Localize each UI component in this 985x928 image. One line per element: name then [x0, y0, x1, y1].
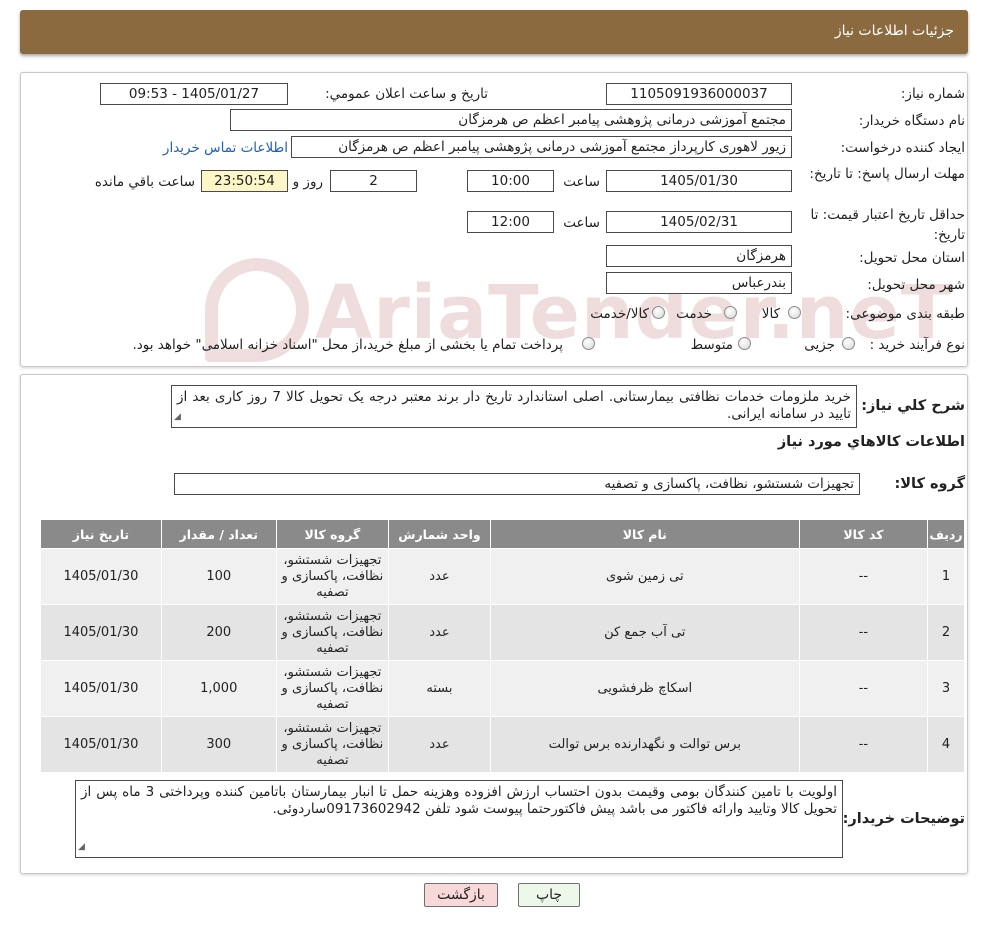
category-radio-goods-service[interactable]	[652, 306, 665, 319]
cell-unit: عدد	[388, 716, 491, 773]
cell-unit: عدد	[388, 548, 491, 605]
table-row: 4 -- برس توالت و نگهدارنده برس توالت عدد…	[40, 716, 966, 773]
cell-item-name: اسکاچ ظرفشویی	[489, 660, 800, 717]
cell-item-name: تی زمین شوی	[489, 548, 800, 605]
purchase-radio-treasury[interactable]	[582, 337, 595, 350]
delivery-province-label: استان محل تحویل:	[859, 250, 965, 266]
buyer-org-field: مجتمع آموزشی درمانی پژوهشی پیامبر اعظم ص…	[230, 109, 792, 131]
cell-quantity: 1,000	[160, 660, 277, 717]
table-row: 1 -- تی زمین شوی عدد تجهیزات شستشو، نظاف…	[40, 548, 966, 605]
category-radio-goods[interactable]	[788, 306, 801, 319]
cell-group: تجهیزات شستشو، نظافت، پاکسازی و تصفیه	[275, 660, 390, 717]
col-item-name: نام کالا	[489, 519, 800, 549]
price-validity-label: حداقل تاريخ اعتبار قيمت: تا تاریخ:	[810, 207, 965, 243]
purchase-option-medium: متوسط	[690, 337, 733, 353]
cell-row-number: 1	[926, 548, 966, 605]
goods-group-label: گروه کالا:	[894, 476, 965, 492]
purchase-option-minor: جزیی	[804, 337, 835, 353]
category-option-goods-service: کالا/خدمت	[590, 306, 649, 322]
validity-date-field: 1405/02/31	[606, 211, 792, 233]
cell-quantity: 200	[160, 604, 277, 661]
cell-group: تجهیزات شستشو، نظافت، پاکسازی و تصفیه	[275, 716, 390, 773]
purchase-note: پرداخت تمام یا بخشی از مبلغ خرید،از محل …	[132, 337, 563, 353]
cell-item-name: تی آب جمع کن	[489, 604, 800, 661]
cell-unit: بسته	[388, 660, 491, 717]
announce-datetime-field: 1405/01/27 - 09:53	[100, 83, 288, 105]
cell-need-date: 1405/01/30	[40, 604, 162, 661]
purchase-radio-minor[interactable]	[842, 337, 855, 350]
resize-handle-icon[interactable]: ◢	[174, 409, 181, 426]
buyer-org-label: نام دستگاه خریدار:	[858, 113, 965, 129]
goods-info-heading: اطلاعات کالاهاي مورد نياز	[777, 434, 965, 450]
hours-remaining-label: ساعت باقي مانده	[94, 174, 195, 190]
remaining-time-field: 23:50:54	[201, 170, 288, 192]
cell-item-name: برس توالت و نگهدارنده برس توالت	[489, 716, 800, 773]
cell-row-number: 2	[926, 604, 966, 661]
back-button[interactable]: بازگشت	[424, 883, 498, 907]
cell-row-number: 3	[926, 660, 966, 717]
purchase-radio-medium[interactable]	[738, 337, 751, 350]
summary-text: خرید ملزومات خدمات نظافتی بیمارستانی. اص…	[177, 389, 852, 422]
goods-table-header-row: ردیف کد کالا نام کالا واحد شمارش گروه کا…	[40, 519, 966, 549]
cell-quantity: 100	[160, 548, 277, 605]
col-group: گروه کالا	[275, 519, 390, 549]
category-option-service: خدمت	[676, 306, 712, 322]
cell-quantity: 300	[160, 716, 277, 773]
cell-group: تجهیزات شستشو، نظافت، پاکسازی و تصفیه	[275, 604, 390, 661]
summary-textarea[interactable]: خرید ملزومات خدمات نظافتی بیمارستانی. اص…	[171, 385, 857, 428]
page-title: جزئیات اطلاعات نیاز	[834, 23, 954, 39]
province-field: هرمزگان	[606, 245, 792, 267]
category-option-goods: کالا	[761, 306, 780, 322]
col-unit: واحد شمارش	[388, 519, 491, 549]
delivery-city-label: شهر محل تحویل:	[867, 277, 965, 293]
col-need-date: تاریخ نیاز	[40, 519, 162, 549]
requester-label: ایجاد کننده درخواست:	[840, 140, 965, 156]
table-row: 3 -- اسکاچ ظرفشویی بسته تجهیزات شستشو، ن…	[40, 660, 966, 717]
cell-row-number: 4	[926, 716, 966, 773]
day-and-label: روز و	[292, 174, 323, 190]
need-number-field: 1105091936000037	[606, 83, 792, 105]
subject-category-label: طبقه بندی موضوعی:	[845, 306, 965, 322]
resize-handle-icon[interactable]: ◢	[78, 839, 85, 856]
buyer-notes-label: توضیحات خریدار:	[842, 811, 965, 827]
buyer-notes-text: اولویت با تامین کنندگان بومی وقیمت بدون …	[81, 784, 837, 817]
cell-item-code: --	[798, 604, 928, 661]
buyer-contact-link[interactable]: اطلاعات تماس خریدار	[163, 140, 288, 156]
reply-deadline-label: مهلت ارسال پاسخ: تا تاریخ:	[809, 166, 965, 182]
announce-datetime-label: تاریخ و ساعت اعلان عمومي:	[325, 86, 488, 102]
summary-label: شرح کلي نياز:	[861, 398, 965, 414]
days-field: 2	[330, 170, 417, 192]
city-field: بندرعباس	[606, 272, 792, 294]
category-radio-service[interactable]	[724, 306, 737, 319]
cell-need-date: 1405/01/30	[40, 716, 162, 773]
print-button[interactable]: چاپ	[518, 883, 580, 907]
requester-field: زیور لاهوری کارپرداز مجتمع آموزشی درمانی…	[291, 136, 792, 158]
cell-item-code: --	[798, 716, 928, 773]
buyer-notes-textarea[interactable]: اولویت با تامین کنندگان بومی وقیمت بدون …	[75, 780, 843, 858]
col-item-code: کد کالا	[798, 519, 928, 549]
need-number-label: شماره نیاز:	[900, 86, 965, 102]
cell-unit: عدد	[388, 604, 491, 661]
page-header: جزئیات اطلاعات نیاز	[20, 10, 968, 54]
col-quantity: تعداد / مقدار	[160, 519, 277, 549]
table-row: 2 -- تی آب جمع کن عدد تجهیزات شستشو، نظا…	[40, 604, 966, 661]
validity-time-label: ساعت	[563, 215, 600, 231]
goods-group-field: تجهیزات شستشو، نظافت، پاکسازی و تصفیه	[174, 473, 860, 495]
reply-time-field: 10:00	[467, 170, 554, 192]
validity-time-field: 12:00	[467, 211, 554, 233]
cell-need-date: 1405/01/30	[40, 548, 162, 605]
cell-group: تجهیزات شستشو، نظافت، پاکسازی و تصفیه	[275, 548, 390, 605]
reply-date-field: 1405/01/30	[606, 170, 792, 192]
goods-table: ردیف کد کالا نام کالا واحد شمارش گروه کا…	[40, 519, 966, 773]
reply-time-label: ساعت	[563, 174, 600, 190]
purchase-type-label: نوع فرآیند خرید :	[869, 337, 965, 353]
cell-item-code: --	[798, 548, 928, 605]
col-row-number: ردیف	[926, 519, 966, 549]
cell-need-date: 1405/01/30	[40, 660, 162, 717]
cell-item-code: --	[798, 660, 928, 717]
